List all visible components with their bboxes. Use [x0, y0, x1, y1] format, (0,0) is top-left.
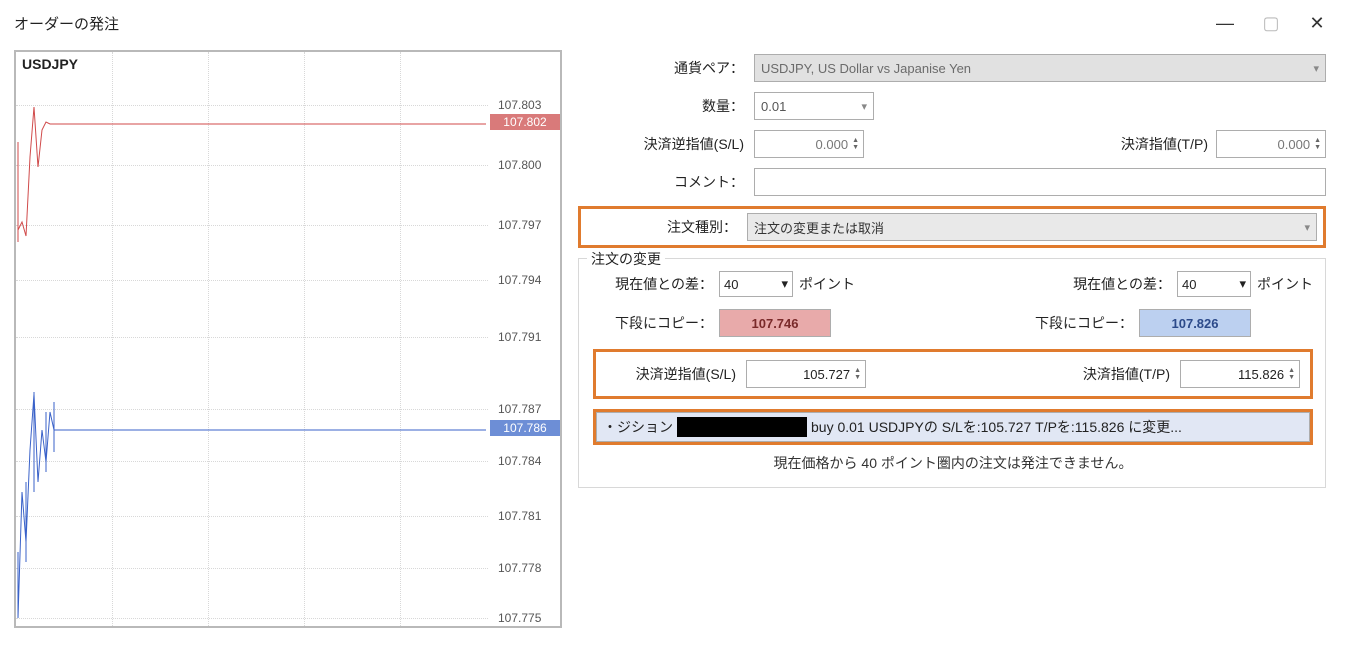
window-title: オーダーの発注: [14, 13, 119, 34]
copy-tp-button[interactable]: 107.826: [1139, 309, 1251, 337]
tp-label: 決済指値(T/P): [1076, 134, 1216, 154]
modify-section: 注文の変更 現在値との差： 40 ▾ ポイント 現在値との差： 40 ▾ ポイン…: [578, 258, 1326, 488]
chevron-down-icon: ▾: [1239, 276, 1246, 292]
points-label: ポイント: [1257, 274, 1313, 294]
y-tick: 107.778: [492, 561, 558, 575]
sl-top-input[interactable]: 0.000 ▲▼: [754, 130, 864, 158]
highlight-order-type: 注文種別： 注文の変更または取消 ▾: [578, 206, 1326, 248]
order-panel: 通貨ペア： USDJPY, US Dollar vs Japanise Yen …: [578, 50, 1336, 628]
chart-lines: [16, 52, 490, 630]
y-tick: 107.787: [492, 402, 558, 416]
y-tick: 107.775: [492, 611, 558, 625]
y-tick: 107.791: [492, 330, 558, 344]
bid-price-tag: 107.786: [490, 420, 560, 436]
position-prefix: ・ジション: [603, 417, 673, 437]
tp-input[interactable]: 115.826 ▲▼: [1180, 360, 1300, 388]
order-type-select[interactable]: 注文の変更または取消 ▾: [747, 213, 1317, 241]
comment-input[interactable]: [754, 168, 1326, 196]
maximize-button[interactable]: ▢: [1248, 8, 1294, 38]
chevron-down-icon: ▾: [1313, 62, 1319, 75]
qty-select[interactable]: 0.01 ▾: [754, 92, 874, 120]
y-tick: 107.800: [492, 158, 558, 172]
y-tick: 107.797: [492, 218, 558, 232]
close-button[interactable]: ✕: [1294, 8, 1340, 38]
comment-label: コメント：: [578, 172, 754, 192]
content: USDJPY 107.803 107.800 107.797 107.794 1…: [0, 42, 1350, 642]
ask-price-tag: 107.802: [490, 114, 560, 130]
pair-value: USDJPY, US Dollar vs Japanise Yen: [761, 61, 971, 76]
diff-left-select[interactable]: 40 ▾: [719, 271, 793, 297]
order-type-value: 注文の変更または取消: [754, 218, 884, 237]
spinner-icon[interactable]: ▲▼: [854, 367, 861, 381]
diff-right-label: 現在値との差：: [1051, 274, 1171, 294]
copy-sl-button[interactable]: 107.746: [719, 309, 831, 337]
window-controls: — ▢ ✕: [1202, 8, 1340, 38]
y-tick: 107.794: [492, 273, 558, 287]
chevron-down-icon: ▾: [861, 100, 867, 113]
chevron-down-icon: ▾: [1304, 221, 1310, 234]
minimize-button[interactable]: —: [1202, 8, 1248, 38]
chevron-down-icon: ▾: [781, 276, 788, 292]
titlebar: オーダーの発注 — ▢ ✕: [0, 0, 1350, 42]
copy-left-label: 下段にコピー：: [593, 313, 713, 333]
qty-label: 数量：: [578, 96, 754, 116]
highlight-modify-button: ・ジション buy 0.01 USDJPYの S/Lを:105.727 T/Pを…: [593, 409, 1313, 445]
section-title: 注文の変更: [587, 249, 665, 269]
qty-value: 0.01: [761, 99, 786, 114]
y-tick: 107.803: [492, 98, 558, 112]
tick-chart: USDJPY 107.803 107.800 107.797 107.794 1…: [14, 50, 562, 628]
highlight-sl-tp: 決済逆指値(S/L) 105.727 ▲▼ 決済指値(T/P) 115.826 …: [593, 349, 1313, 399]
spinner-icon[interactable]: ▲▼: [1314, 137, 1321, 151]
copy-right-label: 下段にコピー：: [1013, 313, 1133, 333]
tp-top-input[interactable]: 0.000 ▲▼: [1216, 130, 1326, 158]
redacted-block: [677, 417, 807, 437]
spinner-icon[interactable]: ▲▼: [1288, 367, 1295, 381]
y-tick: 107.781: [492, 509, 558, 523]
modify-button[interactable]: ・ジション buy 0.01 USDJPYの S/Lを:105.727 T/Pを…: [596, 412, 1310, 442]
points-label: ポイント: [799, 274, 855, 294]
diff-left-label: 現在値との差：: [593, 274, 713, 294]
notice-text: 現在価格から 40 ポイント圏内の注文は発注できません。: [593, 453, 1313, 473]
order-type-label: 注文種別：: [587, 217, 747, 237]
sl-label: 決済逆指値(S/L): [578, 134, 754, 154]
y-tick: 107.784: [492, 454, 558, 468]
pair-label: 通貨ペア：: [578, 58, 754, 78]
diff-right-select[interactable]: 40 ▾: [1177, 271, 1251, 297]
order-window: オーダーの発注 — ▢ ✕ USDJPY 107.803 107.800 107…: [0, 0, 1350, 662]
position-suffix: buy 0.01 USDJPYの S/Lを:105.727 T/Pを:115.8…: [811, 417, 1182, 437]
pair-select[interactable]: USDJPY, US Dollar vs Japanise Yen ▾: [754, 54, 1326, 82]
sl-input[interactable]: 105.727 ▲▼: [746, 360, 866, 388]
tp-input-label: 決済指値(T/P): [1040, 364, 1170, 384]
spinner-icon[interactable]: ▲▼: [852, 137, 859, 151]
sl-input-label: 決済逆指値(S/L): [606, 364, 736, 384]
